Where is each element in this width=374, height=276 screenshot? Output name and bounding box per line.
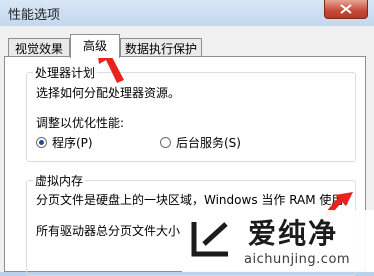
tab-label: 高级: [82, 39, 107, 53]
tab-advanced[interactable]: 高级: [70, 34, 120, 58]
watermark-url: aichunjing.com: [244, 252, 351, 267]
watermark-brand: 爱纯净: [248, 217, 339, 250]
corner-bracket-logo-icon: [191, 222, 228, 257]
